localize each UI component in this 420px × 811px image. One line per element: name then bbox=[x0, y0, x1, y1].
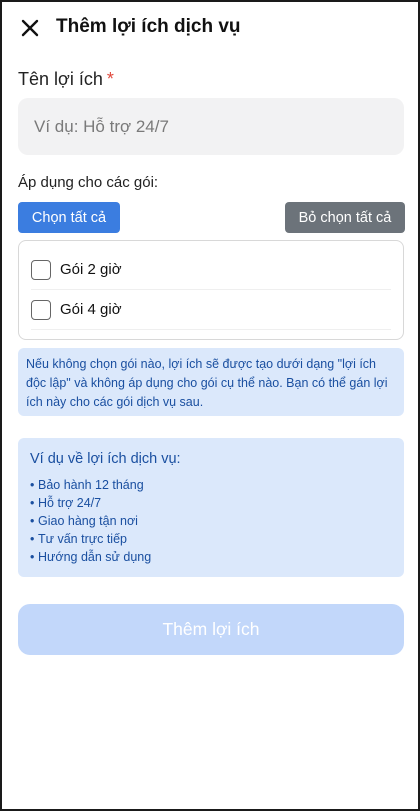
package-item-2h[interactable]: Gói 2 giờ bbox=[31, 250, 391, 290]
select-all-button[interactable]: Chọn tất cả bbox=[18, 202, 120, 233]
package-label: Gói 2 giờ bbox=[60, 261, 122, 278]
packages-label: Áp dụng cho các gói: bbox=[18, 174, 159, 191]
example-item: Tư vấn trực tiếp bbox=[30, 530, 392, 548]
deselect-all-button[interactable]: Bỏ chọn tất cả bbox=[285, 202, 405, 233]
package-checkbox[interactable] bbox=[31, 299, 51, 320]
add-benefit-button[interactable]: Thêm lợi ích bbox=[18, 604, 404, 655]
package-list: Gói 2 giờ Gói 4 giờ bbox=[18, 240, 404, 340]
package-checkbox[interactable] bbox=[31, 259, 51, 280]
header: Thêm lợi ích dịch vụ bbox=[2, 2, 418, 52]
examples-box: Ví dụ về lợi ích dịch vụ: Bảo hành 12 th… bbox=[18, 438, 404, 577]
close-icon bbox=[21, 19, 39, 37]
example-item: Hướng dẫn sử dụng bbox=[30, 548, 392, 566]
package-item-4h[interactable]: Gói 4 giờ bbox=[31, 290, 391, 330]
package-label: Gói 4 giờ bbox=[60, 301, 122, 318]
required-mark: * bbox=[106, 69, 114, 89]
close-button[interactable] bbox=[18, 16, 42, 40]
standalone-info-note: Nếu không chọn gói nào, lợi ích sẽ được … bbox=[18, 348, 404, 416]
example-item: Bảo hành 12 tháng bbox=[30, 476, 392, 494]
app-screen: Thêm lợi ích dịch vụ Tên lợi ích* Áp dụn… bbox=[0, 0, 420, 811]
examples-list: Bảo hành 12 tháng Hỗ trợ 24/7 Giao hàng … bbox=[30, 476, 392, 566]
page-title: Thêm lợi ích dịch vụ bbox=[56, 16, 241, 37]
examples-title: Ví dụ về lợi ích dịch vụ: bbox=[30, 451, 181, 467]
benefit-name-label: Tên lợi ích * bbox=[18, 69, 114, 90]
benefit-name-label-text: Tên lợi ích bbox=[18, 69, 103, 89]
benefit-name-input[interactable] bbox=[18, 98, 404, 155]
example-item: Giao hàng tận nơi bbox=[30, 512, 392, 530]
example-item: Hỗ trợ 24/7 bbox=[30, 494, 392, 512]
